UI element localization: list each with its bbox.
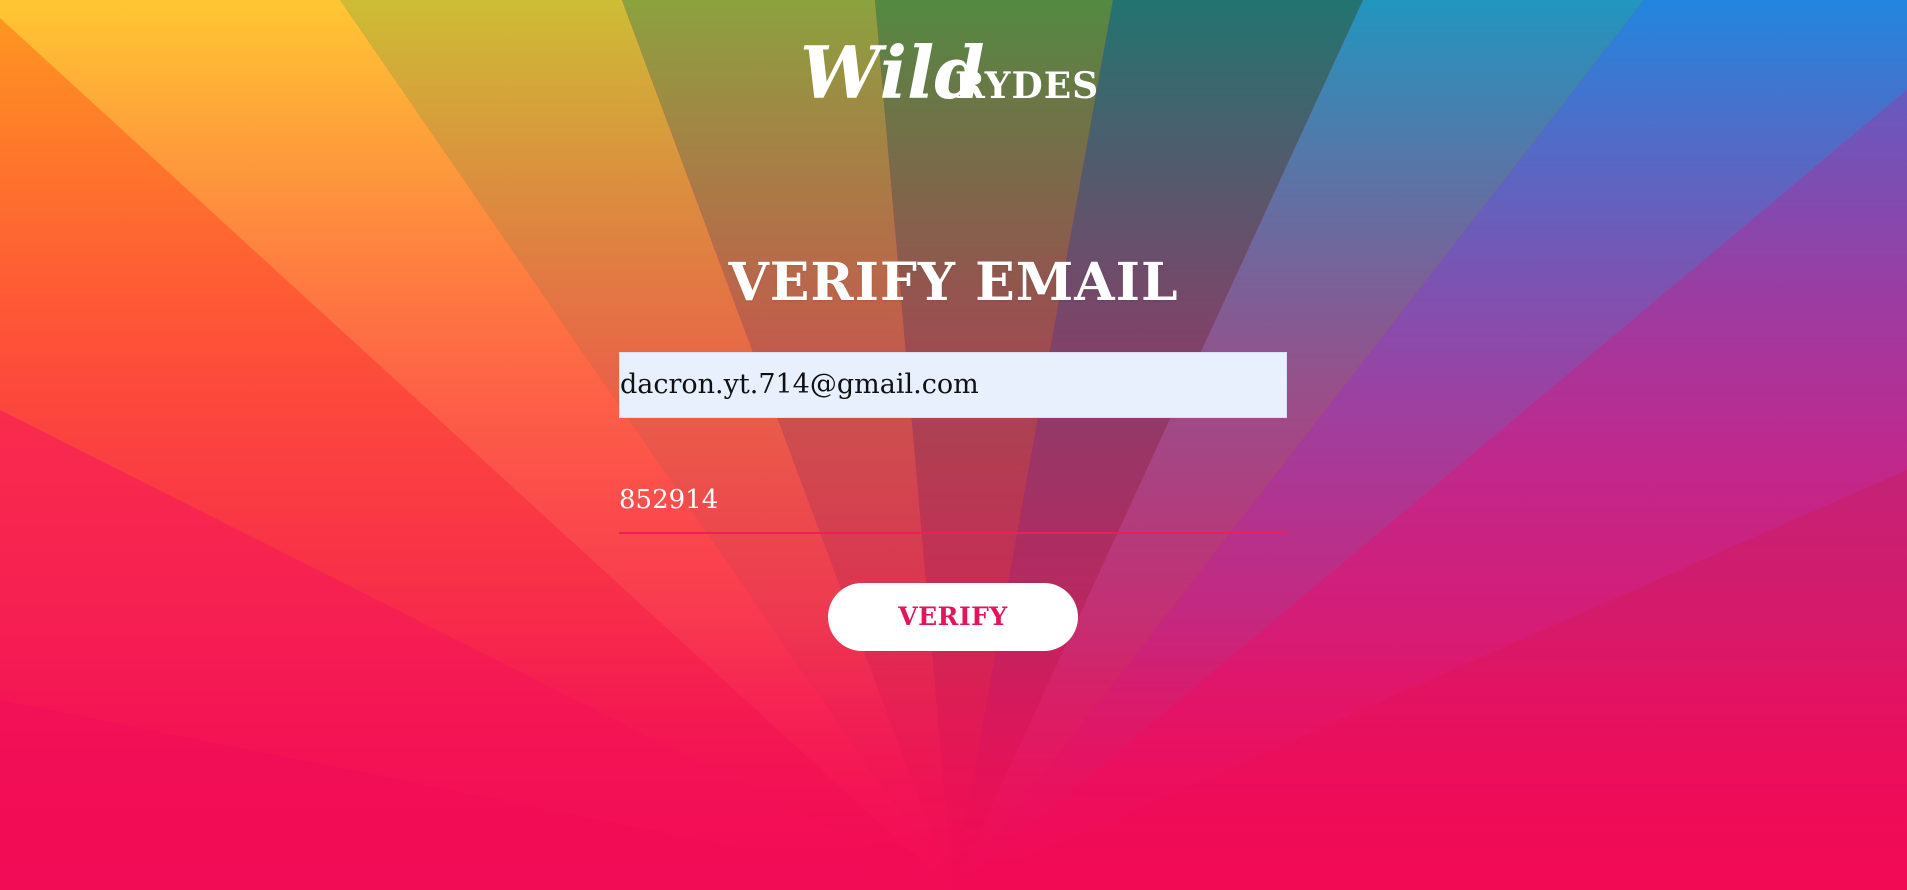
rainbow-rays-background (0, 0, 1907, 890)
email-field[interactable]: dacron.yt.714@gmail.com (619, 352, 1287, 418)
verification-code-field[interactable]: 852914 (619, 478, 1287, 534)
logo-caps-text: RYDES (955, 65, 1099, 107)
page-title: VERIFY EMAIL (728, 252, 1179, 313)
verify-button[interactable]: VERIFY (828, 583, 1078, 651)
wild-rydes-logo: Wild RYDES (800, 30, 1110, 112)
